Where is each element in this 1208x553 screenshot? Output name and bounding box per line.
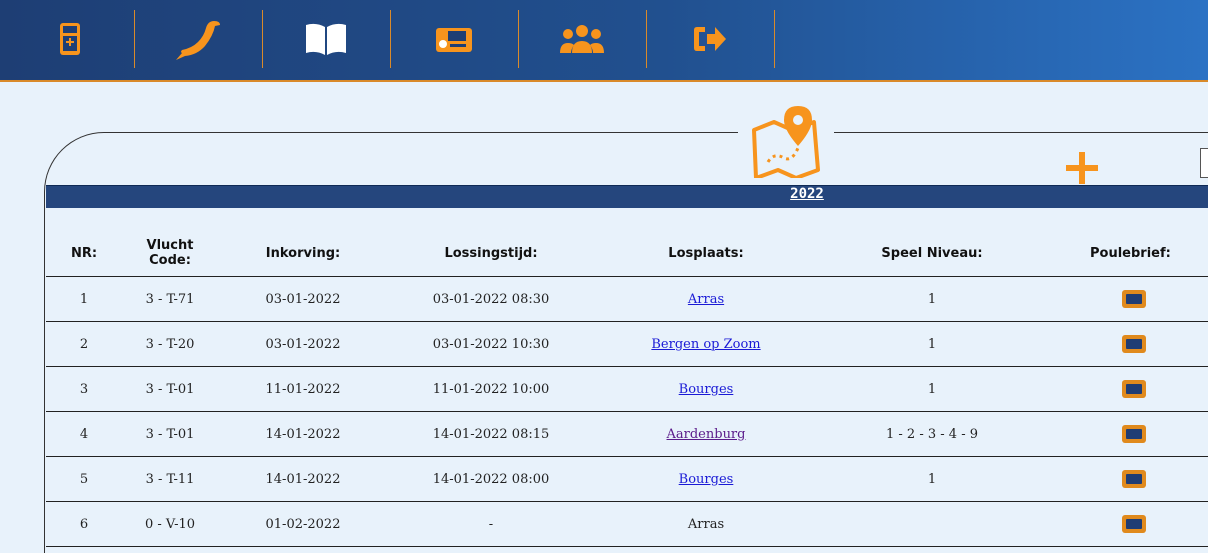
mail-icon[interactable] bbox=[1122, 380, 1146, 398]
row-inkorving: 14-01-2022 bbox=[218, 411, 388, 457]
row-flight-code: 3 - T-01 bbox=[122, 411, 218, 457]
row-lossingstijd: 03-01-2022 10:30 bbox=[388, 321, 594, 367]
row-flight-code: 3 - T-11 bbox=[122, 456, 218, 502]
header-niveau: Speel Niveau: bbox=[818, 230, 1046, 277]
nav-pigeons[interactable] bbox=[134, 10, 263, 68]
row-poulebrief bbox=[1046, 366, 1208, 412]
table-row: 53 - T-11 14-01-2022 14-01-2022 08:00 Bourg… bbox=[46, 456, 1208, 502]
calculator-icon bbox=[60, 23, 80, 55]
row-niveau bbox=[818, 501, 1046, 547]
nav-book[interactable] bbox=[262, 10, 391, 68]
row-inkorving: 03-01-2022 bbox=[218, 321, 388, 367]
row-losplaats: Bourges bbox=[594, 366, 818, 412]
row-nr: 3 bbox=[46, 366, 122, 412]
pigeon-icon bbox=[176, 21, 220, 60]
flights-table: NR: Vlucht Code: Inkorving: Lossingstijd… bbox=[46, 230, 1208, 547]
book-icon bbox=[306, 23, 346, 55]
map-pin-icon bbox=[738, 104, 834, 184]
mail-icon[interactable] bbox=[1122, 290, 1146, 308]
losplaats-text: Arras bbox=[687, 516, 725, 532]
row-poulebrief bbox=[1046, 456, 1208, 502]
row-flight-code: 3 - T-01 bbox=[122, 366, 218, 412]
row-nr: 2 bbox=[46, 321, 122, 367]
row-nr: 4 bbox=[46, 411, 122, 457]
row-inkorving: 03-01-2022 bbox=[218, 276, 388, 322]
mail-icon[interactable] bbox=[1122, 515, 1146, 533]
row-inkorving: 14-01-2022 bbox=[218, 456, 388, 502]
header-losplaats: Losplaats: bbox=[594, 230, 818, 277]
header-code-line2: Code: bbox=[149, 253, 191, 268]
row-niveau: 1 bbox=[818, 321, 1046, 367]
row-lossingstijd: - bbox=[388, 501, 594, 547]
row-poulebrief bbox=[1046, 276, 1208, 322]
row-poulebrief bbox=[1046, 321, 1208, 367]
row-nr: 6 bbox=[46, 501, 122, 547]
header-code-line1: Vlucht bbox=[146, 238, 194, 253]
row-losplaats: Aardenburg bbox=[594, 411, 818, 457]
mail-icon[interactable] bbox=[1122, 335, 1146, 353]
nav-members[interactable] bbox=[518, 10, 647, 68]
header-inkorving: Inkorving: bbox=[218, 230, 388, 277]
losplaats-link[interactable]: Bourges bbox=[679, 382, 734, 397]
year-label[interactable]: 2022 bbox=[772, 186, 842, 202]
mail-icon[interactable] bbox=[1122, 470, 1146, 488]
row-flight-code: 3 - T-71 bbox=[122, 276, 218, 322]
top-navigation-bar bbox=[0, 0, 1208, 82]
year-header-bar bbox=[46, 185, 1208, 208]
users-icon bbox=[560, 25, 604, 53]
nav-logout[interactable] bbox=[646, 10, 775, 68]
mail-icon[interactable] bbox=[1122, 425, 1146, 443]
row-nr: 1 bbox=[46, 276, 122, 322]
table-row: 60 - V-10 01-02-2022- Arras bbox=[46, 501, 1208, 547]
logout-icon bbox=[694, 27, 726, 51]
header-lossingstijd: Lossingstijd: bbox=[388, 230, 594, 277]
header-poulebrief: Poulebrief: bbox=[1046, 230, 1208, 277]
year-select[interactable] bbox=[1200, 148, 1208, 178]
table-row: 23 - T-20 03-01-2022 03-01-2022 10:30 Berge… bbox=[46, 321, 1208, 367]
nav-calculator[interactable] bbox=[6, 10, 135, 68]
row-niveau: 1 bbox=[818, 366, 1046, 412]
row-losplaats: Bergen op Zoom bbox=[594, 321, 818, 367]
row-inkorving: 11-01-2022 bbox=[218, 366, 388, 412]
row-niveau: 1 bbox=[818, 456, 1046, 502]
row-losplaats: Arras bbox=[594, 276, 818, 322]
row-losplaats: Bourges bbox=[594, 456, 818, 502]
row-flight-code: 3 - T-20 bbox=[122, 321, 218, 367]
timer-device-icon bbox=[436, 28, 472, 52]
table-row: 13 - T-71 03-01-2022 03-01-2022 08:30 Arras… bbox=[46, 276, 1208, 322]
nav-clock-device[interactable] bbox=[390, 10, 519, 68]
losplaats-link[interactable]: Aardenburg bbox=[667, 427, 746, 442]
row-poulebrief bbox=[1046, 411, 1208, 457]
losplaats-link[interactable]: Bergen op Zoom bbox=[651, 337, 760, 352]
plus-icon bbox=[1066, 152, 1098, 184]
row-nr: 5 bbox=[46, 456, 122, 502]
table-header-row: NR: Vlucht Code: Inkorving: Lossingstijd… bbox=[46, 230, 1208, 277]
row-losplaats: Arras bbox=[594, 501, 818, 547]
add-flight-button[interactable] bbox=[1062, 148, 1102, 188]
row-niveau: 1 bbox=[818, 276, 1046, 322]
row-lossingstijd: 14-01-2022 08:00 bbox=[388, 456, 594, 502]
table-row: 33 - T-01 11-01-2022 11-01-2022 10:00 Bourg… bbox=[46, 366, 1208, 412]
table-row: 43 - T-01 14-01-2022 14-01-2022 08:15 Aarde… bbox=[46, 411, 1208, 457]
row-lossingstijd: 03-01-2022 08:30 bbox=[388, 276, 594, 322]
row-poulebrief bbox=[1046, 501, 1208, 547]
header-nr: NR: bbox=[46, 230, 122, 277]
row-lossingstijd: 11-01-2022 10:00 bbox=[388, 366, 594, 412]
losplaats-link[interactable]: Bourges bbox=[679, 472, 734, 487]
losplaats-link[interactable]: Arras bbox=[688, 292, 724, 307]
row-inkorving: 01-02-2022 bbox=[218, 501, 388, 547]
header-flight-code: Vlucht Code: bbox=[122, 230, 218, 277]
row-niveau: 1 - 2 - 3 - 4 - 9 bbox=[818, 411, 1046, 457]
row-flight-code: 0 - V-10 bbox=[122, 501, 218, 547]
row-lossingstijd: 14-01-2022 08:15 bbox=[388, 411, 594, 457]
